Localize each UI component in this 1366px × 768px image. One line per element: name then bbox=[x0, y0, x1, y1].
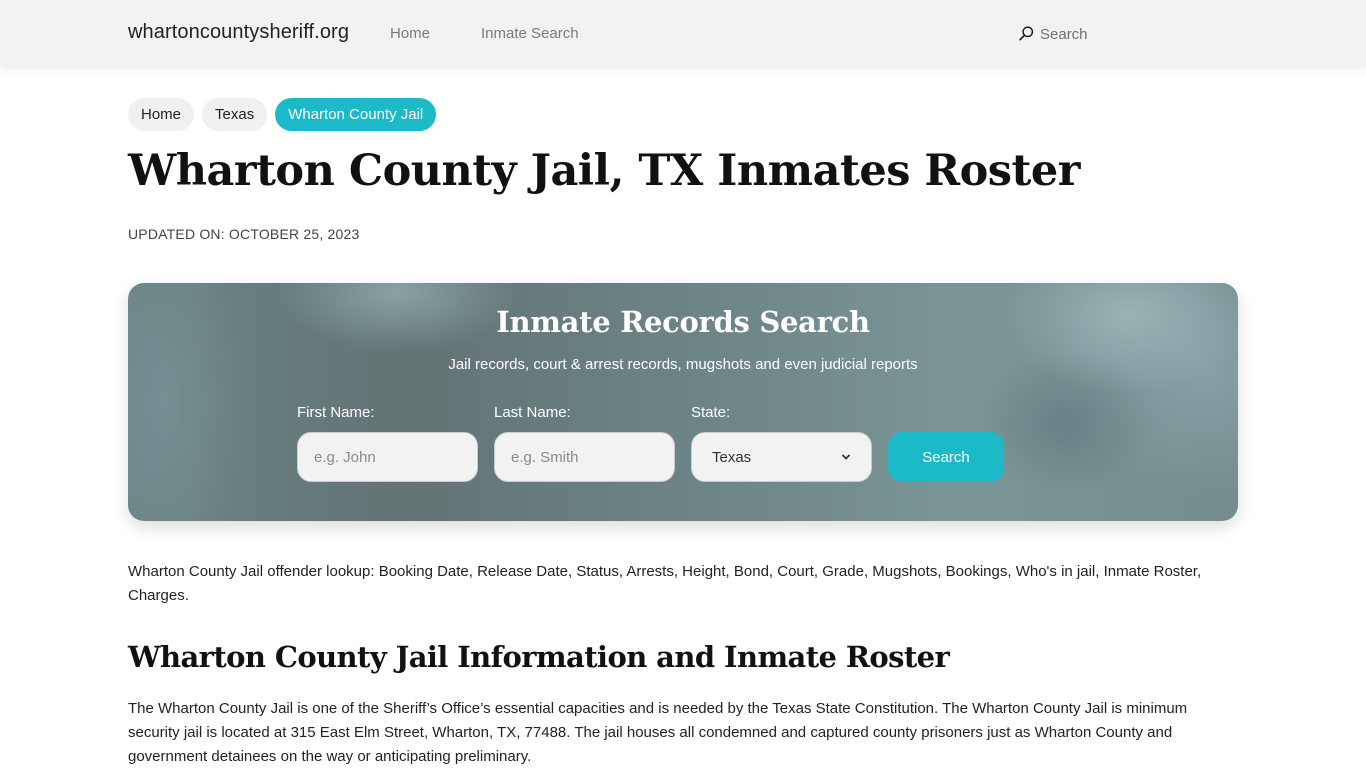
search-panel-subtitle: Jail records, court & arrest records, mu… bbox=[448, 356, 918, 373]
section-heading: Wharton County Jail Information and Inma… bbox=[128, 640, 950, 674]
header-search-label: Search bbox=[1040, 26, 1088, 43]
nav-inmate-search[interactable]: Inmate Search bbox=[481, 25, 579, 42]
inmate-search-panel: Inmate Records Search Jail records, cour… bbox=[128, 283, 1238, 521]
header-search-button[interactable]: Search bbox=[1018, 23, 1088, 43]
breadcrumb: Home Texas Wharton County Jail bbox=[128, 98, 437, 131]
brand-link[interactable]: whartoncountysheriff.org bbox=[128, 21, 349, 44]
state-select[interactable]: Texas bbox=[691, 432, 872, 482]
search-icon bbox=[1019, 25, 1034, 40]
site-header: whartoncountysheriff.org Home Inmate Sea… bbox=[0, 0, 1366, 67]
search-panel-title: Inmate Records Search bbox=[496, 305, 870, 339]
first-name-input[interactable] bbox=[297, 432, 478, 482]
state-select-value: Texas bbox=[712, 448, 752, 466]
intro-paragraph: Wharton County Jail offender lookup: Boo… bbox=[128, 563, 1202, 604]
page-title: Wharton County Jail, TX Inmates Roster bbox=[128, 146, 1080, 196]
last-name-input[interactable] bbox=[494, 432, 675, 482]
first-name-label: First Name: bbox=[297, 404, 375, 421]
section-paragraph: The Wharton County Jail is one of the Sh… bbox=[128, 700, 1188, 765]
last-name-label: Last Name: bbox=[494, 404, 571, 421]
state-label: State: bbox=[691, 404, 731, 421]
breadcrumb-texas[interactable]: Texas bbox=[202, 98, 268, 131]
chevron-down-icon bbox=[841, 454, 851, 460]
updated-date: UPDATED ON: OCTOBER 25, 2023 bbox=[128, 226, 360, 242]
nav-home[interactable]: Home bbox=[390, 25, 430, 42]
breadcrumb-home[interactable]: Home bbox=[128, 98, 195, 131]
breadcrumb-current[interactable]: Wharton County Jail bbox=[275, 98, 437, 131]
search-submit-button[interactable]: Search bbox=[888, 432, 1004, 482]
